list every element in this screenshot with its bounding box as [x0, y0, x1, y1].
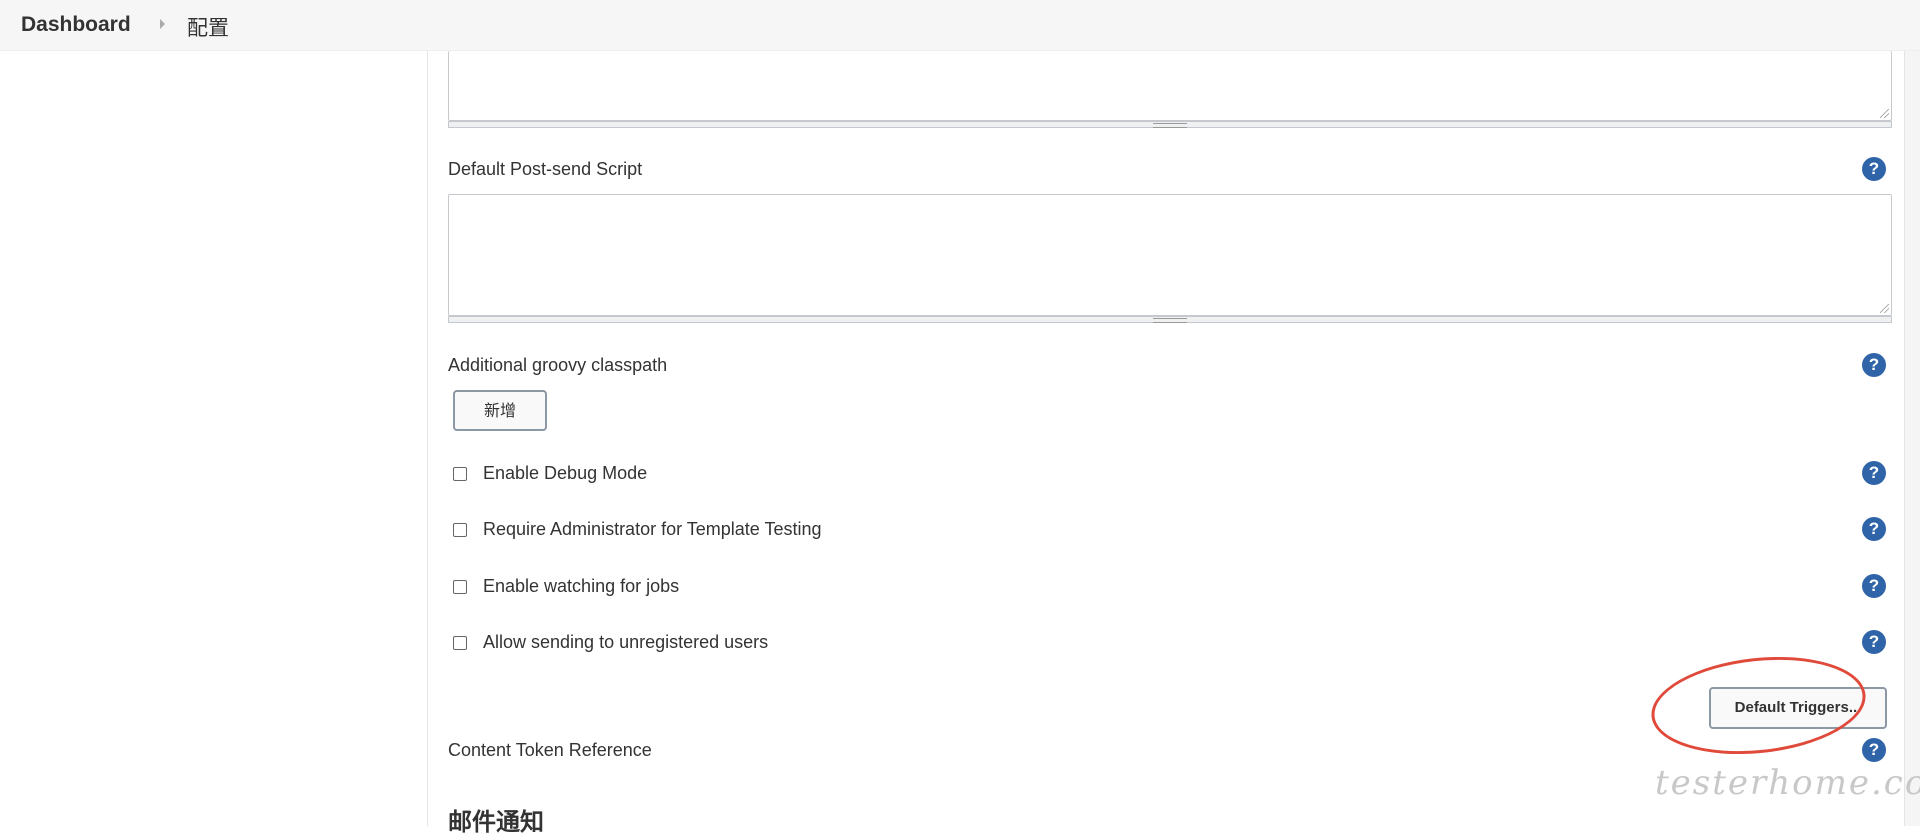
help-question-icon[interactable]: ?: [1862, 738, 1886, 762]
breadcrumb-dashboard-link[interactable]: Dashboard: [21, 13, 131, 37]
debug-mode-checkbox[interactable]: [453, 467, 467, 481]
help-question-icon[interactable]: ?: [1862, 517, 1886, 541]
watching-jobs-checkbox[interactable]: [453, 580, 467, 594]
add-classpath-button[interactable]: 新增: [453, 390, 547, 431]
watermark: testerhome.com: [1655, 763, 1920, 803]
checkbox-label[interactable]: Enable Debug Mode: [483, 463, 647, 484]
textarea-drag-bar[interactable]: [448, 121, 1892, 128]
textarea-drag-bar[interactable]: [448, 316, 1892, 323]
default-triggers-button[interactable]: Default Triggers...: [1709, 687, 1887, 729]
post-send-script-textarea[interactable]: [448, 194, 1892, 316]
groovy-classpath-label: Additional groovy classpath: [448, 355, 668, 375]
section-heading: 邮件通知: [448, 808, 544, 836]
help-question-icon[interactable]: ?: [1862, 574, 1886, 598]
drag-grip-icon: [1153, 318, 1187, 323]
page-scrollbar[interactable]: [1904, 51, 1920, 826]
post-send-script-label: Default Post-send Script: [448, 159, 643, 179]
drag-grip-icon: [1153, 123, 1187, 128]
help-question-icon[interactable]: ?: [1862, 630, 1886, 654]
chevron-right-icon: [160, 19, 165, 29]
resize-handle-icon[interactable]: [1880, 109, 1889, 118]
resize-handle-icon[interactable]: [1880, 304, 1889, 313]
sidebar-divider: [427, 51, 428, 826]
pre-send-script-textarea[interactable]: [448, 51, 1892, 121]
checkbox-label[interactable]: Allow sending to unregistered users: [483, 632, 768, 653]
help-question-icon[interactable]: ?: [1862, 353, 1886, 377]
breadcrumb-current[interactable]: 配置: [187, 12, 229, 42]
require-admin-checkbox[interactable]: [453, 523, 467, 537]
checkbox-label[interactable]: Enable watching for jobs: [483, 576, 679, 597]
help-question-icon[interactable]: ?: [1862, 157, 1886, 181]
help-question-icon[interactable]: ?: [1862, 461, 1886, 485]
content-token-label: Content Token Reference: [448, 740, 652, 760]
unregistered-users-checkbox[interactable]: [453, 636, 467, 650]
breadcrumb: Dashboard 配置: [0, 0, 1920, 51]
checkbox-label[interactable]: Require Administrator for Template Testi…: [483, 519, 822, 540]
